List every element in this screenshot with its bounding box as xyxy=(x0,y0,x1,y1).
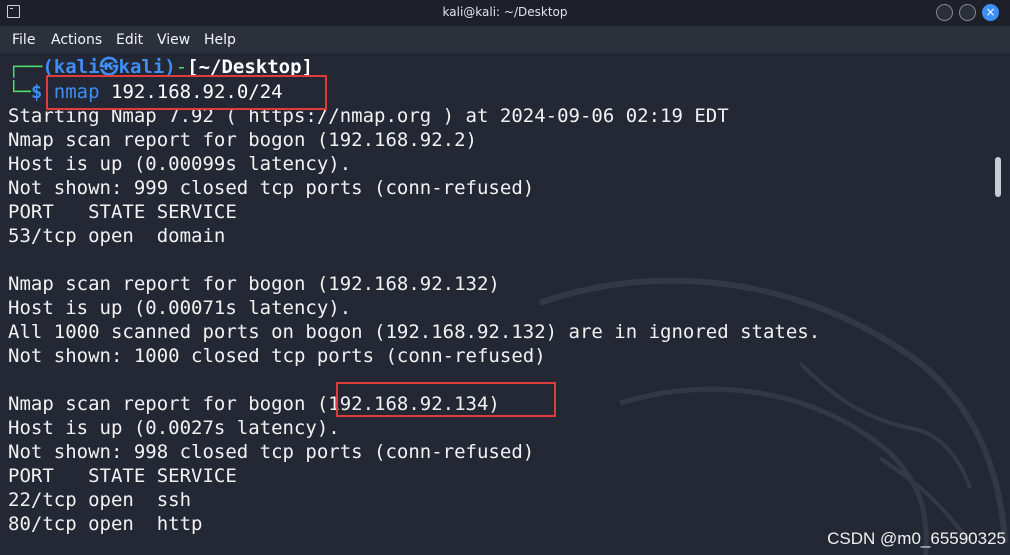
menu-bar: File Actions Edit View Help xyxy=(0,26,1010,53)
prompt-prefix: └─ xyxy=(8,81,31,103)
window-title: kali@kali: ~/Desktop xyxy=(442,5,568,19)
menu-actions[interactable]: Actions xyxy=(51,32,102,48)
minimize-button[interactable] xyxy=(936,4,953,21)
scrollbar-thumb[interactable] xyxy=(995,157,1001,197)
csdn-watermark: CSDN @m0_65590325 xyxy=(827,529,1006,548)
menu-view[interactable]: View xyxy=(157,32,190,48)
output-line: Nmap scan report for bogon (192.168.92.1… xyxy=(8,273,500,295)
output-line: Not shown: 999 closed tcp ports (conn-re… xyxy=(8,177,535,199)
output-line: All 1000 scanned ports on bogon (192.168… xyxy=(8,321,821,343)
close-button[interactable]: × xyxy=(982,4,999,21)
output-line: Nmap scan report for bogon (192.168.92.2… xyxy=(8,129,477,151)
output-line: Host is up (0.0027s latency). xyxy=(8,417,340,439)
maximize-button[interactable] xyxy=(959,4,976,21)
output-line: PORT STATE SERVICE xyxy=(8,465,237,487)
output-line: 80/tcp open http xyxy=(8,513,203,535)
output-line: 22/tcp open ssh xyxy=(8,489,192,511)
output-line: 53/tcp open domain xyxy=(8,225,226,247)
prompt-corner: ┌── xyxy=(8,56,43,78)
output-line: Not shown: 998 closed tcp ports (conn-re… xyxy=(8,441,535,463)
highlight-box-command xyxy=(46,75,327,110)
output-line: Host is up (0.00099s latency). xyxy=(8,153,352,175)
menu-file[interactable]: File xyxy=(12,32,35,48)
output-line: PORT STATE SERVICE xyxy=(8,201,237,223)
highlight-box-target-ip xyxy=(336,382,556,417)
menu-edit[interactable]: Edit xyxy=(116,32,143,48)
prompt-dollar: $ xyxy=(30,81,43,103)
terminal-window: kali@kali: ~/Desktop × File Actions Edit… xyxy=(0,0,1010,555)
output-line: Not shown: 1000 closed tcp ports (conn-r… xyxy=(8,345,546,367)
title-bar: kali@kali: ~/Desktop × xyxy=(0,0,1010,26)
output-line: Host is up (0.00071s latency). xyxy=(8,297,352,319)
kali-dragon-watermark-icon xyxy=(538,277,1008,555)
menu-help[interactable]: Help xyxy=(204,32,236,48)
